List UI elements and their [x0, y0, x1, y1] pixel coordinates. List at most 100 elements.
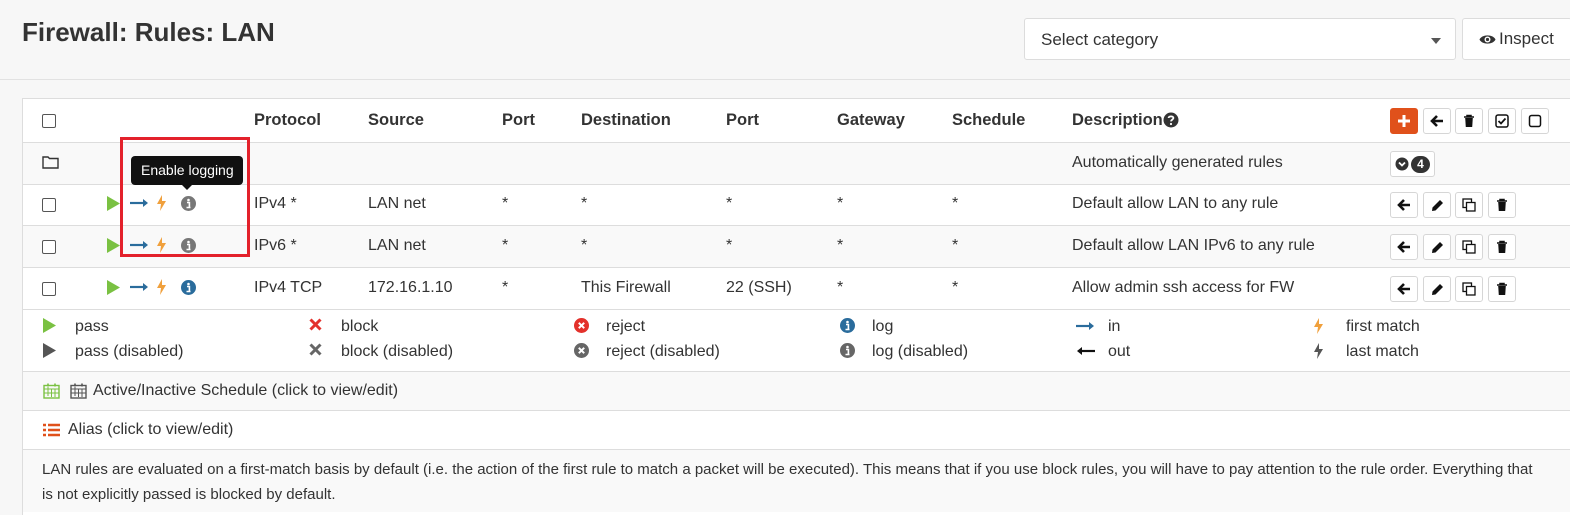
delete-rule-button[interactable]: [1488, 192, 1516, 218]
logging-enabled-icon[interactable]: [181, 280, 196, 295]
rule-checkbox[interactable]: [42, 240, 56, 254]
schedule-legend-label: Active/Inactive Schedule (click to view/…: [93, 382, 399, 399]
rule-gateway: *: [837, 237, 844, 254]
delete-rule-button[interactable]: [1488, 234, 1516, 260]
column-destination-port: Port: [726, 111, 759, 129]
legend-block: block: [309, 318, 378, 336]
legend-log-disabled: log (disabled): [840, 343, 968, 363]
legend-log: log: [840, 318, 893, 338]
copy-icon: [1462, 282, 1476, 296]
column-destination: Destination: [581, 111, 671, 129]
rule-source-port: *: [502, 237, 509, 254]
edit-rule-button[interactable]: [1423, 276, 1451, 302]
pass-icon[interactable]: [107, 196, 120, 211]
rule-protocol: IPv4 *: [254, 195, 297, 212]
table-row[interactable]: IPv4 TCP 172.16.1.10 * This Firewall 22 …: [23, 268, 1570, 310]
rule-source-port: *: [502, 195, 509, 212]
caret-down-icon: [1431, 38, 1441, 44]
log-disabled-icon: [840, 343, 855, 358]
rule-description: Default allow LAN to any rule: [1072, 195, 1279, 212]
add-rule-button[interactable]: [1390, 108, 1418, 134]
move-rule-button[interactable]: [1390, 234, 1418, 260]
toggle-selected-button[interactable]: [1488, 108, 1516, 134]
select-none-button[interactable]: [1521, 108, 1549, 134]
legend-pass-disabled: pass (disabled): [43, 343, 184, 363]
delete-rule-button[interactable]: [1488, 276, 1516, 302]
add-rule-top-button[interactable]: [1423, 108, 1451, 134]
check-square-icon: [1495, 114, 1509, 128]
copy-icon: [1462, 198, 1476, 212]
question-circle-icon[interactable]: [1163, 112, 1179, 128]
rule-source-port: *: [502, 279, 509, 296]
rule-destination: *: [581, 237, 588, 254]
category-select-placeholder: Select category: [1041, 30, 1159, 49]
table-row[interactable]: IPv6 * LAN net * * * * * Default allow L…: [23, 226, 1570, 268]
eye-icon: [1479, 35, 1496, 44]
auto-rules-label: Automatically generated rules: [1072, 154, 1283, 171]
legend-reject: reject: [574, 318, 645, 338]
page-header: Firewall: Rules: LAN Select category Ins…: [0, 0, 1570, 80]
rule-schedule: *: [952, 195, 959, 212]
copy-rule-button[interactable]: [1455, 234, 1483, 260]
pass-disabled-icon: [43, 343, 56, 358]
rule-description: Allow admin ssh access for FW: [1072, 279, 1295, 296]
pencil-icon: [1431, 283, 1443, 295]
table-header-row: Protocol Source Port Destination Port Ga…: [23, 99, 1570, 143]
page-title: Firewall: Rules: LAN: [22, 17, 275, 47]
legend-reject-disabled: reject (disabled): [574, 343, 720, 363]
arrow-out-icon: [1077, 347, 1095, 355]
auto-rules-group-row: Automatically generated rules 4: [23, 143, 1570, 185]
rule-gateway: *: [837, 279, 844, 296]
first-match-bolt-icon: [1314, 318, 1323, 334]
first-match-bolt-icon: [157, 279, 166, 295]
trash-icon: [1497, 282, 1507, 295]
rules-note-text: LAN rules are evaluated on a first-match…: [42, 461, 1533, 503]
pencil-icon: [1431, 199, 1443, 211]
reject-disabled-icon: [574, 343, 589, 358]
rule-destination: This Firewall: [581, 279, 671, 296]
move-rule-button[interactable]: [1390, 192, 1418, 218]
expand-auto-rules-button[interactable]: 4: [1390, 151, 1435, 177]
column-source-port: Port: [502, 111, 535, 129]
table-row[interactable]: IPv4 * LAN net * * * * * Default allow L…: [23, 185, 1570, 226]
pencil-icon: [1431, 241, 1443, 253]
legend-block-disabled: block (disabled): [309, 343, 453, 361]
delete-selected-button[interactable]: [1455, 108, 1483, 134]
pass-icon[interactable]: [107, 280, 120, 295]
block-disabled-icon: [309, 343, 322, 356]
calendar-inactive-icon: [70, 383, 87, 399]
legend: pass pass (disabled) block block (disabl…: [23, 310, 1570, 372]
auto-rules-count-badge: 4: [1411, 155, 1430, 173]
rule-protocol: IPv6 *: [254, 237, 297, 254]
legend-pass: pass: [43, 318, 109, 338]
copy-rule-button[interactable]: [1455, 192, 1483, 218]
rule-source: LAN net: [368, 195, 426, 212]
copy-rule-button[interactable]: [1455, 276, 1483, 302]
list-icon: [43, 423, 60, 437]
rule-checkbox[interactable]: [42, 198, 56, 212]
edit-rule-button[interactable]: [1423, 192, 1451, 218]
legend-last-match: last match: [1314, 343, 1419, 364]
pass-icon: [43, 318, 56, 333]
select-all-checkbox[interactable]: [42, 114, 56, 128]
column-protocol: Protocol: [254, 111, 321, 129]
arrow-in-icon: [130, 283, 148, 291]
column-gateway: Gateway: [837, 111, 905, 129]
pass-icon[interactable]: [107, 238, 120, 253]
trash-icon: [1464, 114, 1474, 127]
log-icon: [840, 318, 855, 333]
chevron-circle-down-icon: [1395, 157, 1409, 171]
arrow-left-icon: [1397, 241, 1410, 253]
arrow-left-icon: [1430, 115, 1443, 127]
category-select[interactable]: Select category: [1024, 18, 1456, 60]
trash-icon: [1497, 240, 1507, 253]
schedule-legend-row[interactable]: Active/Inactive Schedule (click to view/…: [23, 372, 1570, 411]
rule-checkbox[interactable]: [42, 282, 56, 296]
rule-source: LAN net: [368, 237, 426, 254]
alias-legend-row[interactable]: Alias (click to view/edit): [23, 411, 1570, 450]
edit-rule-button[interactable]: [1423, 234, 1451, 260]
folder-icon[interactable]: [42, 155, 59, 169]
rule-schedule: *: [952, 279, 959, 296]
move-rule-button[interactable]: [1390, 276, 1418, 302]
inspect-button[interactable]: Inspect: [1462, 18, 1570, 60]
